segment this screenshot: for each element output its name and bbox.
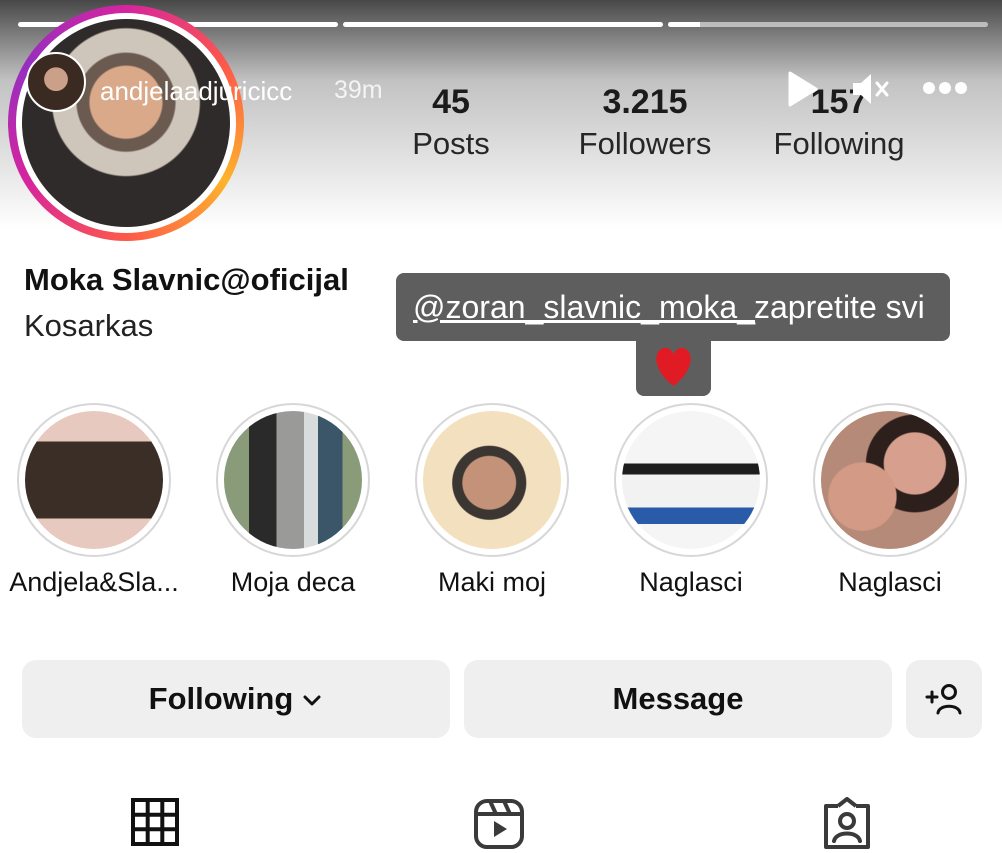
stat-following[interactable]: 157 Following	[758, 82, 920, 166]
story-progress-2	[343, 22, 663, 27]
highlight-photo	[821, 411, 959, 549]
highlight-moja-deca[interactable]	[216, 403, 370, 557]
profile-avatar[interactable]	[8, 5, 244, 241]
highlight-andjela[interactable]	[17, 403, 171, 557]
heart-sticker	[636, 330, 711, 396]
heart-icon	[656, 347, 691, 386]
stat-following-label: Following	[773, 126, 905, 161]
reels-icon[interactable]	[472, 797, 526, 851]
stat-posts[interactable]: 45 Posts	[392, 82, 510, 166]
stat-posts-value: 45	[432, 83, 470, 121]
story-username[interactable]: andjelaadjuricicc	[100, 76, 292, 107]
message-button-label: Message	[612, 681, 744, 716]
tagged-icon[interactable]	[820, 797, 874, 851]
story-progress-3	[668, 22, 988, 27]
highlight-photo	[25, 411, 163, 549]
highlight-label: Andjela&Sla...	[9, 567, 179, 597]
profile-photo	[22, 19, 230, 227]
grid-icon[interactable]	[130, 797, 180, 847]
stat-posts-label: Posts	[412, 126, 490, 161]
add-person-button[interactable]	[906, 660, 982, 738]
more-icon[interactable]	[922, 80, 968, 96]
profile-display-name: Moka Slavnic@oficijal	[24, 262, 349, 297]
highlight-label: Naglasci	[639, 567, 743, 597]
stat-followers-value: 3.215	[602, 83, 688, 121]
mute-icon[interactable]	[850, 70, 890, 108]
sticker-text: zapretite svi	[754, 289, 925, 325]
message-button[interactable]: Message	[464, 660, 892, 738]
highlight-photo	[423, 411, 561, 549]
highlight-maki-moj[interactable]	[415, 403, 569, 557]
story-author-avatar[interactable]	[26, 52, 86, 112]
chevron-down-icon	[303, 695, 321, 706]
highlight-photo	[224, 411, 362, 549]
highlight-label: Maki moj	[437, 567, 546, 597]
highlight-naglasci-2[interactable]	[813, 403, 967, 557]
following-button-label: Following	[148, 681, 294, 716]
stat-followers[interactable]: 3.215 Followers	[560, 82, 730, 166]
stat-followers-label: Followers	[578, 126, 712, 161]
mention-tag[interactable]: @zoran_slavnic_moka_	[413, 289, 755, 326]
following-button[interactable]: Following	[22, 660, 450, 738]
play-icon[interactable]	[786, 70, 820, 108]
highlight-photo	[622, 411, 760, 549]
highlight-label: Naglasci	[838, 567, 942, 597]
profile-bio: Kosarkas	[24, 308, 154, 343]
story-timestamp: 39m	[334, 76, 383, 104]
stat-following-value: 157	[810, 83, 868, 121]
highlight-label: Moja deca	[230, 567, 356, 597]
highlight-naglasci-1[interactable]	[614, 403, 768, 557]
add-person-icon	[925, 684, 962, 715]
